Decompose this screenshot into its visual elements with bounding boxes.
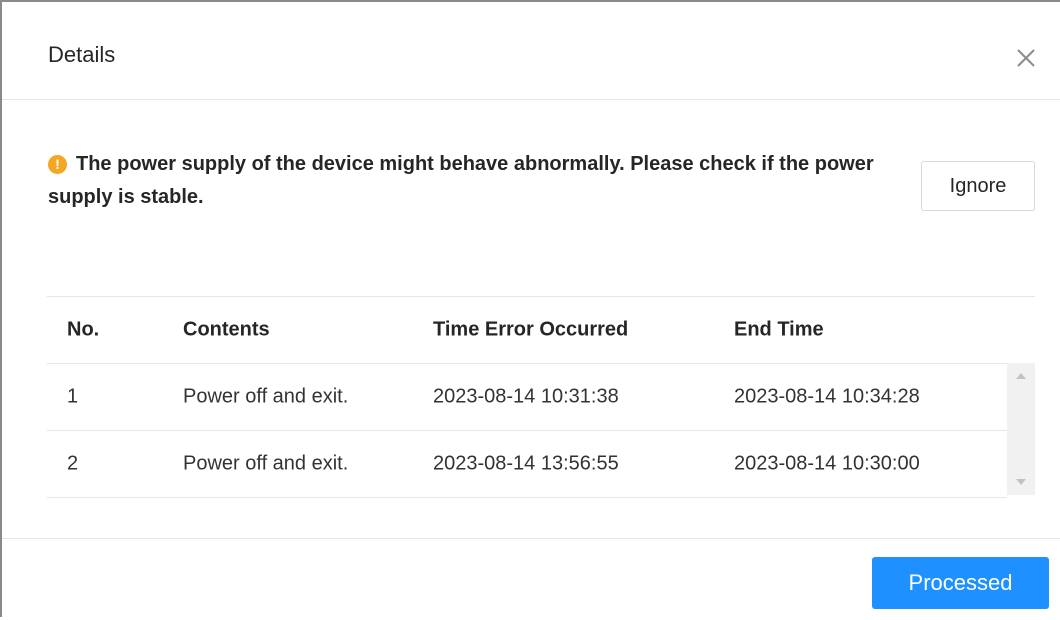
warning-text: The power supply of the device might beh…: [48, 153, 874, 208]
ignore-button[interactable]: Ignore: [921, 161, 1035, 211]
scroll-up-icon[interactable]: [1016, 373, 1026, 379]
column-header-time-error: Time Error Occurred: [433, 318, 629, 341]
cell-no: 2: [67, 452, 79, 475]
table-header: No. Contents Time Error Occurred End Tim…: [47, 296, 1035, 364]
error-table: No. Contents Time Error Occurred End Tim…: [47, 296, 1035, 498]
cell-contents: Power off and exit.: [183, 452, 349, 475]
column-header-end-time: End Time: [734, 318, 824, 341]
warning-message: ! The power supply of the device might be…: [48, 148, 878, 214]
dialog-header: Details: [2, 2, 1060, 100]
dialog-title: Details: [48, 42, 116, 67]
dialog-footer: Processed: [2, 538, 1060, 620]
details-dialog: Details ! The power supply of the device …: [0, 0, 1060, 617]
column-header-contents: Contents: [183, 318, 270, 341]
table-body: 1 Power off and exit. 2023-08-14 10:31:3…: [47, 364, 1035, 498]
cell-end-time: 2023-08-14 10:30:00: [734, 452, 920, 475]
warning-icon: !: [48, 155, 67, 174]
cell-time-error: 2023-08-14 10:31:38: [433, 385, 619, 408]
cell-no: 1: [67, 385, 79, 408]
table-row[interactable]: 1 Power off and exit. 2023-08-14 10:31:3…: [47, 364, 1007, 431]
cell-end-time: 2023-08-14 10:34:28: [734, 385, 920, 408]
cell-contents: Power off and exit.: [183, 385, 349, 408]
scroll-down-icon[interactable]: [1016, 479, 1026, 485]
close-icon[interactable]: [1012, 44, 1040, 72]
table-scrollbar[interactable]: [1007, 363, 1035, 495]
cell-time-error: 2023-08-14 13:56:55: [433, 452, 619, 475]
table-row[interactable]: 2 Power off and exit. 2023-08-14 13:56:5…: [47, 431, 1007, 498]
column-header-no: No.: [67, 318, 100, 341]
processed-button[interactable]: Processed: [872, 557, 1049, 609]
